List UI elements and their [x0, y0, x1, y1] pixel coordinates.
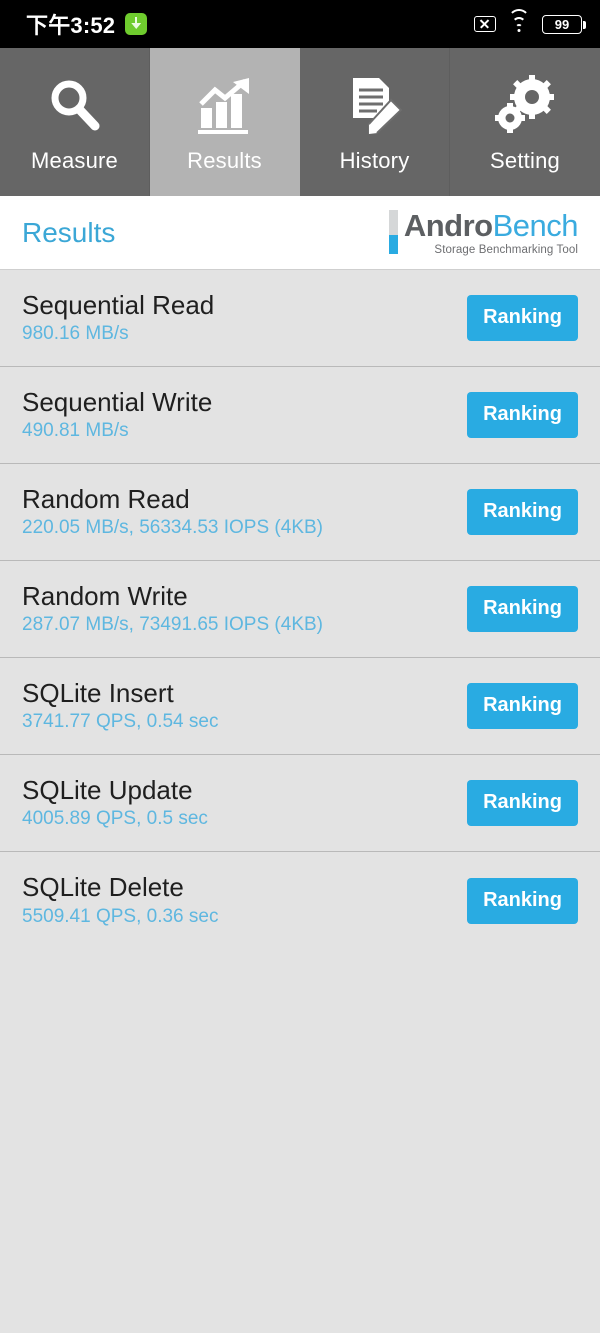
battery-level: 99 — [554, 16, 570, 32]
row-text: SQLite Update 4005.89 QPS, 0.5 sec — [22, 774, 208, 830]
empty-list-area — [0, 949, 600, 1333]
magnifier-icon — [43, 70, 107, 142]
status-bar: 下午3:52 99 — [0, 0, 600, 48]
ranking-button[interactable]: Ranking — [467, 295, 578, 341]
row-text: Random Write 287.07 MB/s, 73491.65 IOPS … — [22, 580, 324, 636]
tab-results[interactable]: Results — [150, 48, 300, 196]
logo-bar-icon — [388, 209, 398, 254]
app-screen: 下午3:52 99 Measure Results History Settin… — [0, 0, 600, 1333]
bar-chart-arrow-icon — [193, 70, 257, 142]
download-icon — [125, 13, 148, 35]
tab-setting[interactable]: Setting — [450, 48, 600, 196]
tab-measure[interactable]: Measure — [0, 48, 150, 196]
benchmark-name: Sequential Write — [22, 386, 213, 417]
row-text: Sequential Read 980.16 MB/s — [22, 289, 215, 345]
ranking-button[interactable]: Ranking — [467, 780, 578, 826]
tab-setting-label: Setting — [490, 148, 560, 173]
benchmark-value: 4005.89 QPS, 0.5 sec — [22, 808, 208, 830]
benchmark-name: Random Read — [22, 483, 190, 514]
benchmark-value: 220.05 MB/s, 56334.53 IOPS (4KB) — [22, 517, 324, 539]
benchmark-value: 287.07 MB/s, 73491.65 IOPS (4KB) — [22, 614, 324, 636]
table-row[interactable]: Sequential Read 980.16 MB/s Ranking — [0, 270, 600, 367]
ranking-button[interactable]: Ranking — [467, 392, 578, 438]
page-title: Results — [22, 216, 116, 248]
table-row[interactable]: Random Read 220.05 MB/s, 56334.53 IOPS (… — [0, 464, 600, 561]
ranking-button[interactable]: Ranking — [467, 683, 578, 729]
status-bar-right: 99 — [474, 9, 586, 34]
gears-icon — [493, 70, 557, 142]
androbench-logo: AndroBench Storage Benchmarking Tool — [388, 207, 579, 256]
tab-measure-label: Measure — [31, 148, 118, 173]
benchmark-value: 3741.77 QPS, 0.54 sec — [22, 711, 219, 733]
row-text: SQLite Insert 3741.77 QPS, 0.54 sec — [22, 677, 219, 733]
logo-word-andro: Andro — [403, 207, 493, 243]
benchmark-name: SQLite Delete — [22, 872, 184, 903]
tab-history[interactable]: History — [300, 48, 450, 196]
benchmark-name: Random Write — [22, 580, 188, 611]
tab-results-label: Results — [187, 148, 262, 173]
logo-wordmark: AndroBench — [403, 207, 579, 243]
row-text: Sequential Write 490.81 MB/s — [22, 386, 213, 442]
close-box-icon — [474, 16, 496, 32]
wifi-icon — [507, 9, 531, 33]
table-row[interactable]: Random Write 287.07 MB/s, 73491.65 IOPS … — [0, 561, 600, 658]
benchmark-value: 5509.41 QPS, 0.36 sec — [22, 905, 219, 927]
logo-text: AndroBench Storage Benchmarking Tool — [403, 207, 579, 256]
ranking-button[interactable]: Ranking — [467, 877, 578, 924]
logo-word-bench: Bench — [492, 207, 579, 243]
logo-tagline: Storage Benchmarking Tool — [434, 243, 578, 256]
benchmark-name: SQLite Update — [22, 774, 193, 805]
table-row[interactable]: SQLite Delete 5509.41 QPS, 0.36 sec Rank… — [0, 852, 600, 949]
results-list: Sequential Read 980.16 MB/s Ranking Sequ… — [0, 270, 600, 949]
document-pencil-icon — [343, 70, 407, 142]
benchmark-name: SQLite Insert — [22, 677, 174, 708]
tab-bar: Measure Results History Setting — [0, 48, 600, 196]
battery-icon: 99 — [542, 14, 586, 34]
row-text: Random Read 220.05 MB/s, 56334.53 IOPS (… — [22, 483, 324, 539]
page-header: Results AndroBench Storage Benchmarking … — [0, 196, 600, 270]
status-clock: 下午3:52 — [26, 13, 116, 38]
status-bar-left: 下午3:52 — [26, 8, 148, 40]
benchmark-value: 490.81 MB/s — [22, 420, 129, 442]
table-row[interactable]: SQLite Insert 3741.77 QPS, 0.54 sec Rank… — [0, 658, 600, 755]
ranking-button[interactable]: Ranking — [467, 586, 578, 632]
tab-history-label: History — [339, 148, 410, 173]
row-text: SQLite Delete 5509.41 QPS, 0.36 sec — [22, 872, 219, 927]
ranking-button[interactable]: Ranking — [467, 489, 578, 535]
table-row[interactable]: Sequential Write 490.81 MB/s Ranking — [0, 367, 600, 464]
benchmark-value: 980.16 MB/s — [22, 323, 129, 345]
table-row[interactable]: SQLite Update 4005.89 QPS, 0.5 sec Ranki… — [0, 755, 600, 852]
benchmark-name: Sequential Read — [22, 289, 215, 320]
